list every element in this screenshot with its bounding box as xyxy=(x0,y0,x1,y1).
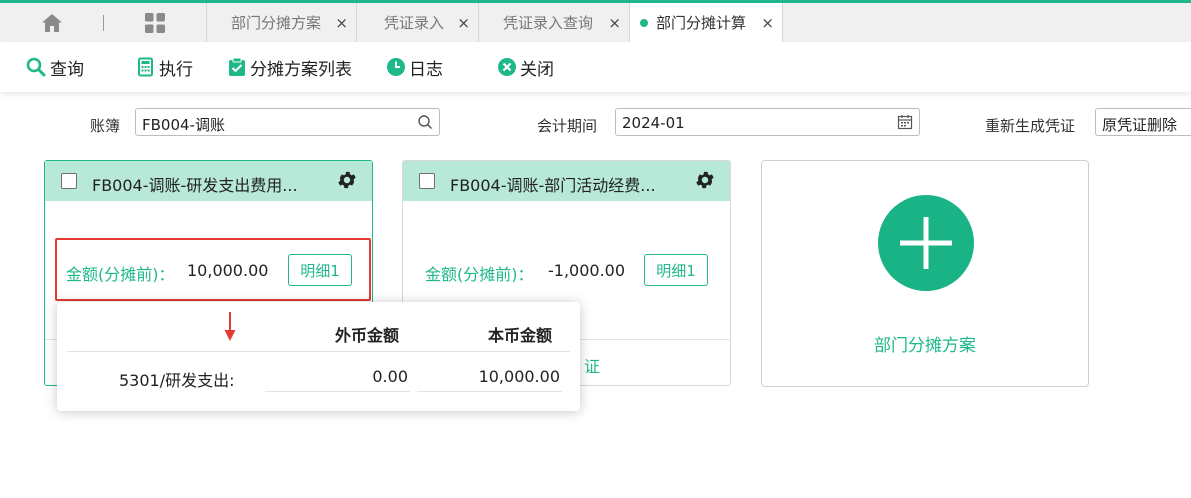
local-amount: 10,000.00 xyxy=(478,367,560,386)
tab-dept-allocation-calc[interactable]: 部门分摊计算 × xyxy=(629,3,783,42)
execute-label: 执行 xyxy=(159,59,193,80)
add-scheme-label: 部门分摊方案 xyxy=(874,336,976,356)
tab-voucher-entry[interactable]: 凭证录入 × xyxy=(356,3,478,42)
tab-label: 凭证录入 xyxy=(384,14,445,32)
scheme-list-button[interactable]: 分摊方案列表 xyxy=(227,55,352,80)
grid-icon xyxy=(145,12,165,33)
close-icon[interactable]: × xyxy=(335,14,348,32)
apps-button[interactable] xyxy=(135,3,175,42)
detail-popup: 外币金额 本币金额 5301/研发支出: 0.00 10,000.00 xyxy=(57,302,580,411)
col-local-header: 本币金额 xyxy=(488,326,553,345)
tab-bar: 部门分摊方案 × 凭证录入 × 凭证录入查询 × 部门分摊计算 × xyxy=(0,3,1191,42)
active-dot xyxy=(640,19,648,27)
book-label: 账簿 xyxy=(90,117,121,135)
card-title: FB004-调账-研发支出费用... xyxy=(92,176,298,195)
amount-value: -1,000.00 xyxy=(548,261,626,280)
tab-label: 凭证录入查询 xyxy=(503,14,594,32)
home-button[interactable] xyxy=(32,3,72,42)
footer-action-text[interactable]: 证 xyxy=(584,353,600,377)
header-divider xyxy=(67,351,570,352)
add-scheme-card[interactable]: 部门分摊方案 xyxy=(761,160,1089,387)
calendar-icon[interactable] xyxy=(897,114,913,134)
scheme-list-label: 分摊方案列表 xyxy=(250,59,352,80)
amount-label: 金额(分摊前)： xyxy=(425,265,534,284)
foreign-amount: 0.00 xyxy=(372,367,408,386)
search-icon[interactable] xyxy=(417,114,433,134)
tab-label: 部门分摊计算 xyxy=(656,14,747,32)
tab-label: 部门分摊方案 xyxy=(231,14,322,32)
search-icon xyxy=(26,57,46,77)
gear-icon[interactable] xyxy=(694,169,716,191)
toolbar: 查询 执行 分摊方案列表 日志 关闭 xyxy=(0,42,1191,92)
tab-divider xyxy=(103,15,104,31)
close-icon[interactable]: × xyxy=(761,14,774,32)
close-label: 关闭 xyxy=(520,59,554,80)
period-input[interactable]: 2024-01 xyxy=(615,108,920,136)
clipboard-icon xyxy=(229,57,245,76)
query-button[interactable]: 查询 xyxy=(25,55,84,80)
card-header: FB004-调账-部门活动经费... xyxy=(403,161,730,201)
log-button[interactable]: 日志 xyxy=(386,55,443,80)
card-checkbox[interactable] xyxy=(419,173,435,189)
execute-button[interactable]: 执行 xyxy=(136,55,193,80)
plus-icon[interactable] xyxy=(878,195,974,291)
log-label: 日志 xyxy=(409,59,443,80)
cell-underline xyxy=(417,391,562,392)
card-checkbox[interactable] xyxy=(61,173,77,189)
calculator-icon xyxy=(138,57,153,77)
book-input[interactable]: FB004-调账 xyxy=(135,108,440,136)
regen-label: 重新生成凭证 xyxy=(985,117,1076,135)
gear-icon[interactable] xyxy=(336,169,358,191)
close-circle-icon xyxy=(498,58,516,76)
card-title: FB004-调账-部门活动经费... xyxy=(450,176,656,195)
close-icon[interactable]: × xyxy=(608,14,621,32)
card-header: FB004-调账-研发支出费用... xyxy=(45,161,372,201)
regen-value: 原凭证删除 xyxy=(1102,116,1178,134)
clock-icon xyxy=(387,58,405,76)
detail-button[interactable]: 明细1 xyxy=(644,254,708,286)
query-label: 查询 xyxy=(50,59,84,80)
account-label: 5301/研发支出: xyxy=(119,371,235,390)
cell-underline xyxy=(265,391,410,392)
close-button[interactable]: 关闭 xyxy=(497,55,554,80)
regen-select[interactable]: 原凭证删除 xyxy=(1095,108,1191,136)
close-icon[interactable]: × xyxy=(457,14,470,32)
home-icon xyxy=(42,13,62,32)
book-value: FB004-调账 xyxy=(142,116,225,134)
tab-dept-allocation-scheme[interactable]: 部门分摊方案 × xyxy=(206,3,356,42)
period-label: 会计期间 xyxy=(537,117,598,135)
tab-voucher-entry-query[interactable]: 凭证录入查询 × xyxy=(478,3,629,42)
col-foreign-header: 外币金额 xyxy=(335,326,400,345)
highlight-box xyxy=(55,238,371,301)
arrow-down-icon xyxy=(224,312,236,341)
period-value: 2024-01 xyxy=(622,114,685,132)
